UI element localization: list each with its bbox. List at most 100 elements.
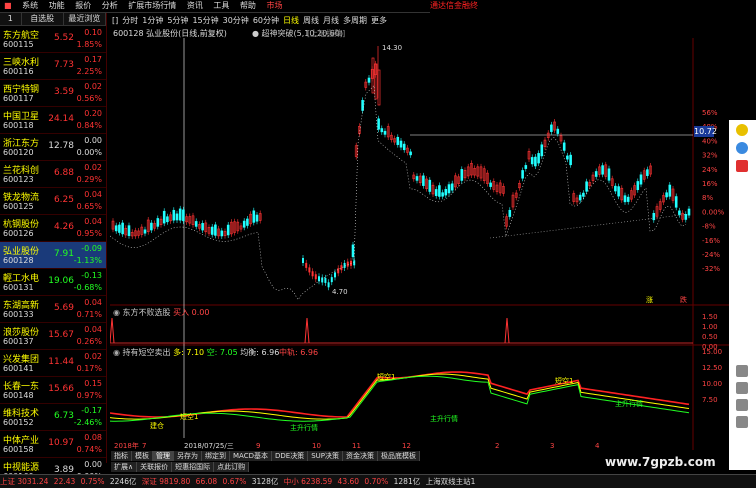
list-item[interactable]: 长春一东 600148 15.66 0.15 0.97% [0,377,106,404]
menu-item-news[interactable]: 资讯 [183,0,207,12]
period-tab[interactable]: 日线 [281,15,301,26]
period-tab[interactable]: 周线 [301,15,321,26]
menu-item-help[interactable]: 帮助 [236,0,260,12]
menu-item-tools[interactable]: 工具 [209,0,233,12]
list-item[interactable]: 东方航空 600115 5.52 0.10 1.85% [0,26,106,53]
formula-tab[interactable]: 模板 [132,451,153,461]
candle-body [614,185,617,192]
menu-item-system[interactable]: 系统 [18,0,42,12]
extension-tab[interactable]: 扩展∧ [111,462,138,472]
extension-tab[interactable]: 关联报价 [137,462,173,472]
broker-name: 通达信金融终 [430,1,478,10]
grid-icon[interactable] [736,365,748,377]
sz-change: 66.08 [195,477,218,486]
axis-tick: -32% [702,265,720,273]
globe-icon[interactable] [736,142,748,154]
list-icon[interactable] [736,382,748,394]
candle-body [143,229,147,234]
chart-icon[interactable] [736,160,748,172]
chart-area[interactable]: 14.304.70涨跌 56%48%40%32%24%16%8%0.00%-8%… [110,38,730,450]
candle-body [447,184,451,194]
list-item[interactable]: 西宁特钢 600117 3.59 0.02 0.56% [0,80,106,107]
stock-price: 7.73 [53,60,74,70]
stock-code: 600120 [3,148,34,157]
period-tab[interactable]: [] [110,15,120,26]
period-tab[interactable]: 60分钟 [251,15,281,26]
sz-index[interactable]: 深证 9819.80 [142,477,190,486]
list-item[interactable]: 杭钢股份 600126 4.26 0.04 0.95% [0,215,106,242]
period-tab[interactable]: 月线 [321,15,341,26]
list-item[interactable]: 兰花科创 600123 6.88 0.02 0.29% [0,161,106,188]
list-item[interactable]: 中体产业 600158 10.97 0.08 0.74% [0,431,106,458]
period-tab[interactable]: 更多 [369,15,389,26]
period-tab[interactable]: 多周期 [341,15,369,26]
list-tab-favorites[interactable]: 自选股 [22,13,64,25]
candle-body [566,155,569,160]
list-item[interactable]: 弘业股份 600128 7.91 -0.09 -1.13% [0,242,106,269]
signal-spike [304,317,310,344]
formula-tab[interactable]: 资金决策 [342,451,378,461]
signal-panel-name: 东方不败选股 [122,308,171,317]
list-item[interactable]: 中国卫星 600118 24.14 0.20 0.84% [0,107,106,134]
formula-tab[interactable]: 指标 [111,451,132,461]
formula-tab[interactable]: SUP决策 [308,451,343,461]
period-tab[interactable]: 分时 [120,15,140,26]
stock-pct: 0.17% [76,364,102,373]
extension-tab[interactable]: 点此订购 [214,462,250,472]
period-tab[interactable]: 15分钟 [190,15,220,26]
candle-body [226,224,230,236]
menu-item-ext-market[interactable]: 扩展市场行情 [124,0,180,12]
window-icon[interactable] [736,399,748,411]
candle-body [665,192,668,198]
list-item[interactable]: 三峡水利 600116 7.73 0.17 2.25% [0,53,106,80]
sh-amount: 2246亿 [109,477,137,486]
zx-index[interactable]: 中小 6238.59 [284,477,332,486]
list-item[interactable]: 浪莎股份 600137 15.67 0.04 0.26% [0,323,106,350]
candle-body [521,170,524,179]
time-label: 2 [495,442,499,450]
menu-item-quote[interactable]: 报价 [71,0,95,12]
menu-item-function[interactable]: 功能 [45,0,69,12]
formula-tab[interactable]: 管理 [153,451,174,461]
period-tab[interactable]: 30分钟 [221,15,251,26]
list-tab-1[interactable]: 1 [0,13,22,25]
hold-marker: 主升行情 [290,423,318,432]
list-tab-recent[interactable]: 最近浏览 [64,13,106,25]
formula-tab[interactable]: 另存为 [174,451,202,461]
stock-pct: 0.26% [76,337,102,346]
low-price-label: 4.70 [332,288,348,296]
server-name[interactable]: 上海双线主站1 [426,477,476,486]
menu-item-market[interactable]: 市场 [262,0,286,12]
formula-tab[interactable]: 绑定到 [202,451,230,461]
candle-body [678,210,681,215]
list-item[interactable]: 铁龙物流 600125 6.25 0.04 0.65% [0,188,106,215]
list-item[interactable]: 浙江东方 600120 12.78 0.00 0.00% [0,134,106,161]
formula-tab[interactable]: DDE决策 [271,451,309,461]
last-price-tag: 10.72 [694,126,717,137]
star-icon[interactable] [736,124,748,136]
expand-icon[interactable] [736,416,748,428]
short-marker: 短空1 [180,412,198,421]
stock-pct: 0.84% [76,121,102,130]
candle-body [324,277,327,283]
list-item[interactable]: 东湖高新 600133 5.69 0.04 0.71% [0,296,106,323]
app-logo-icon[interactable]: ■ [0,0,16,12]
short-marker: 短空1 [377,372,395,381]
sh-index[interactable]: 上证 3031.24 [0,477,48,486]
candle-body [460,169,464,181]
formula-tab[interactable]: 极品底模板 [377,451,420,461]
list-item[interactable]: 兴发集团 600141 11.44 0.02 0.17% [0,350,106,377]
period-tab[interactable]: 1分钟 [140,15,165,26]
menu-item-analysis[interactable]: 分析 [98,0,122,12]
formula-tabs: 指标 模板 管理 另存为 绑定到 MACD基本 DDE决策 SUP决策 资金决策 极品底模板 [111,451,611,461]
period-tab[interactable]: 5分钟 [165,15,190,26]
list-item[interactable]: 輕工水电 600131 19.06 -0.13 -0.68% [0,269,106,296]
signal-axis-tick: 1.00 [702,323,718,331]
formula-tab[interactable]: MACD基本 [230,451,272,461]
candle-body [524,165,528,169]
extension-tab[interactable]: 短惠招国际 [172,462,215,472]
stock-pct: -2.46% [73,418,102,427]
stock-code: 600152 [3,418,34,427]
stock-change: 0.04 [84,190,102,199]
list-item[interactable]: 维科技术 600152 6.73 -0.17 -2.46% [0,404,106,431]
